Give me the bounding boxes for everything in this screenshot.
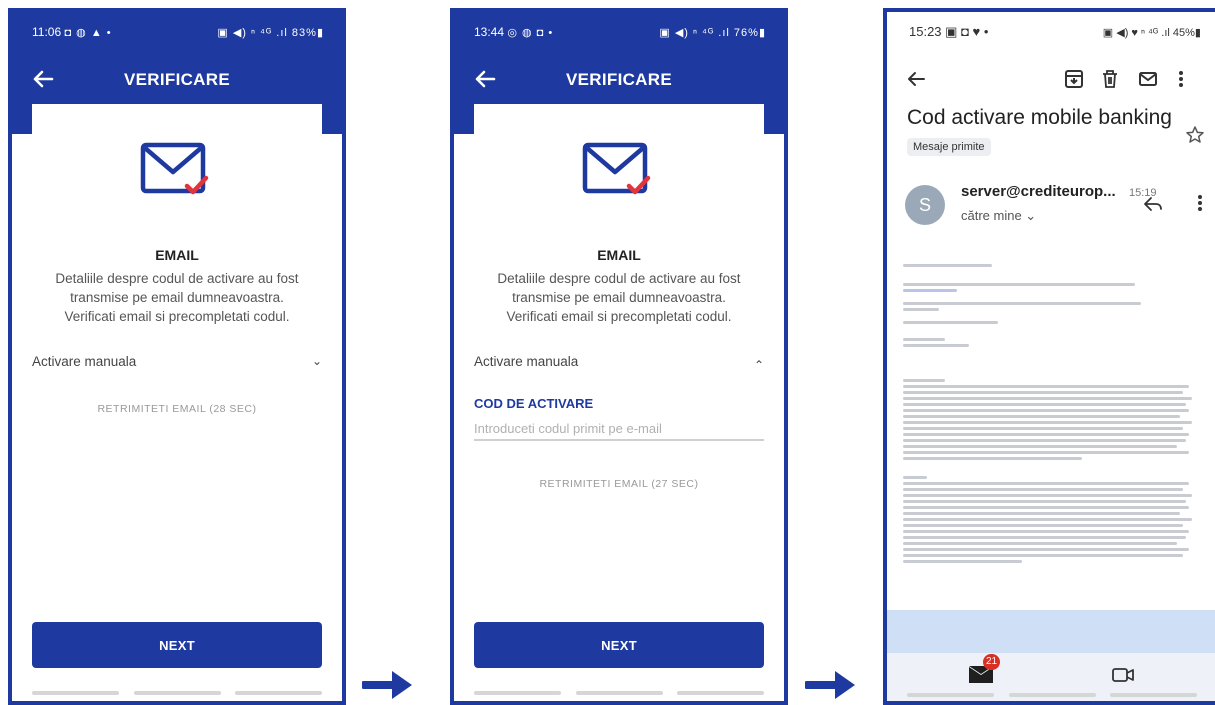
manual-activation-toggle[interactable]: Activare manuala ⌃ xyxy=(474,354,764,374)
status-bar: 11:06 ◘ ◍ ▲ • ▣ ◀) ⁿ ⁴ᴳ .ıl 83%▮ xyxy=(12,12,342,52)
more-vert-icon[interactable] xyxy=(1177,68,1185,90)
status-notification-icons: ◘ ◍ ▲ • xyxy=(64,27,112,39)
avatar: S xyxy=(905,185,945,225)
chevron-up-icon: ⌃ xyxy=(753,358,764,372)
unread-count-badge: 21 xyxy=(983,654,1001,670)
section-title: EMAIL xyxy=(597,247,641,263)
manual-activation-label: Activare manuala xyxy=(32,354,137,369)
page-title: VERIFICARE xyxy=(566,70,672,89)
section-description: Detaliile despre codul de activare au fo… xyxy=(497,271,741,324)
status-bar: 15:23 ▣ ◘ ♥ • ▣ ◀) ♥ ⁿ ⁴ᴳ .ıl 45%▮ xyxy=(887,12,1215,52)
manual-activation-toggle[interactable]: Activare manuala ⌄ xyxy=(32,354,322,374)
status-time: 15:23 xyxy=(909,24,942,39)
section-description: Detaliile despre codul de activare au fo… xyxy=(55,271,299,324)
status-time: 11:06 xyxy=(32,25,62,39)
mail-check-icon xyxy=(140,142,209,195)
back-arrow-icon[interactable] xyxy=(905,68,927,90)
app-bar: VERIFICARE xyxy=(454,60,784,100)
status-system-icons: ▣ ◀) ⁿ ⁴ᴳ .ıl 83%▮ xyxy=(217,26,324,39)
inbox-label-chip[interactable]: Mesaje primite xyxy=(907,138,991,156)
arrow-right-icon xyxy=(805,671,855,699)
bottom-navigation: 21 xyxy=(887,653,1215,701)
app-bar: VERIFICARE xyxy=(12,60,342,100)
status-bar: 13:44 ◎ ◍ ◘ • ▣ ◀) ⁿ ⁴ᴳ .ıl 76%▮ xyxy=(454,12,784,52)
resend-email-button[interactable]: RETRIMITETI EMAIL (28 SEC) xyxy=(12,403,342,415)
archive-icon[interactable] xyxy=(1063,68,1085,90)
status-notification-icons: ◎ ◍ ◘ • xyxy=(507,27,554,39)
section-title: EMAIL xyxy=(155,247,199,263)
phone-screen-email-verification: 11:06 ◘ ◍ ▲ • ▣ ◀) ⁿ ⁴ᴳ .ıl 83%▮ VERIFIC… xyxy=(8,8,346,705)
reply-icon[interactable] xyxy=(1143,195,1163,213)
system-nav-bar xyxy=(32,691,322,697)
next-button[interactable]: NEXT xyxy=(474,622,764,668)
video-call-icon[interactable] xyxy=(1112,667,1134,683)
star-icon[interactable] xyxy=(1185,125,1205,145)
status-system-icons: ▣ ◀) ⁿ ⁴ᴳ .ıl 76%▮ xyxy=(659,26,766,39)
manual-activation-label: Activare manuala xyxy=(474,354,579,369)
activation-code-label: COD DE ACTIVARE xyxy=(474,396,594,411)
arrow-right-icon xyxy=(362,671,412,699)
sender-address: server@crediteurop... xyxy=(961,183,1116,200)
status-system-icons: ▣ ◀) ♥ ⁿ ⁴ᴳ .ıl 45%▮ xyxy=(1102,26,1201,39)
email-body-blurred xyxy=(903,262,1201,612)
email-subject: Cod activare mobile banking xyxy=(907,106,1172,129)
mark-unread-icon[interactable] xyxy=(1137,68,1159,90)
more-vert-icon[interactable] xyxy=(1197,192,1203,214)
mail-check-icon xyxy=(582,142,651,195)
system-nav-bar xyxy=(907,693,1197,699)
next-button[interactable]: NEXT xyxy=(32,622,322,668)
message-toolbar xyxy=(887,62,1215,98)
activation-code-input[interactable] xyxy=(474,417,764,441)
chevron-down-icon: ⌄ xyxy=(311,354,322,368)
phone-screen-gmail-message: 15:23 ▣ ◘ ♥ • ▣ ◀) ♥ ⁿ ⁴ᴳ .ıl 45%▮ Cod a… xyxy=(883,8,1215,705)
phone-screen-manual-activation: 13:44 ◎ ◍ ◘ • ▣ ◀) ⁿ ⁴ᴳ .ıl 76%▮ VERIFIC… xyxy=(450,8,788,705)
recipient-line[interactable]: către mine ⌄ xyxy=(961,208,1036,224)
status-notification-icons: ▣ ◘ ♥ • xyxy=(945,24,989,39)
resend-email-button[interactable]: RETRIMITETI EMAIL (27 SEC) xyxy=(454,478,784,490)
system-nav-bar xyxy=(474,691,764,697)
status-time: 13:44 xyxy=(474,25,505,39)
trash-icon[interactable] xyxy=(1099,68,1121,90)
page-title: VERIFICARE xyxy=(124,70,230,89)
